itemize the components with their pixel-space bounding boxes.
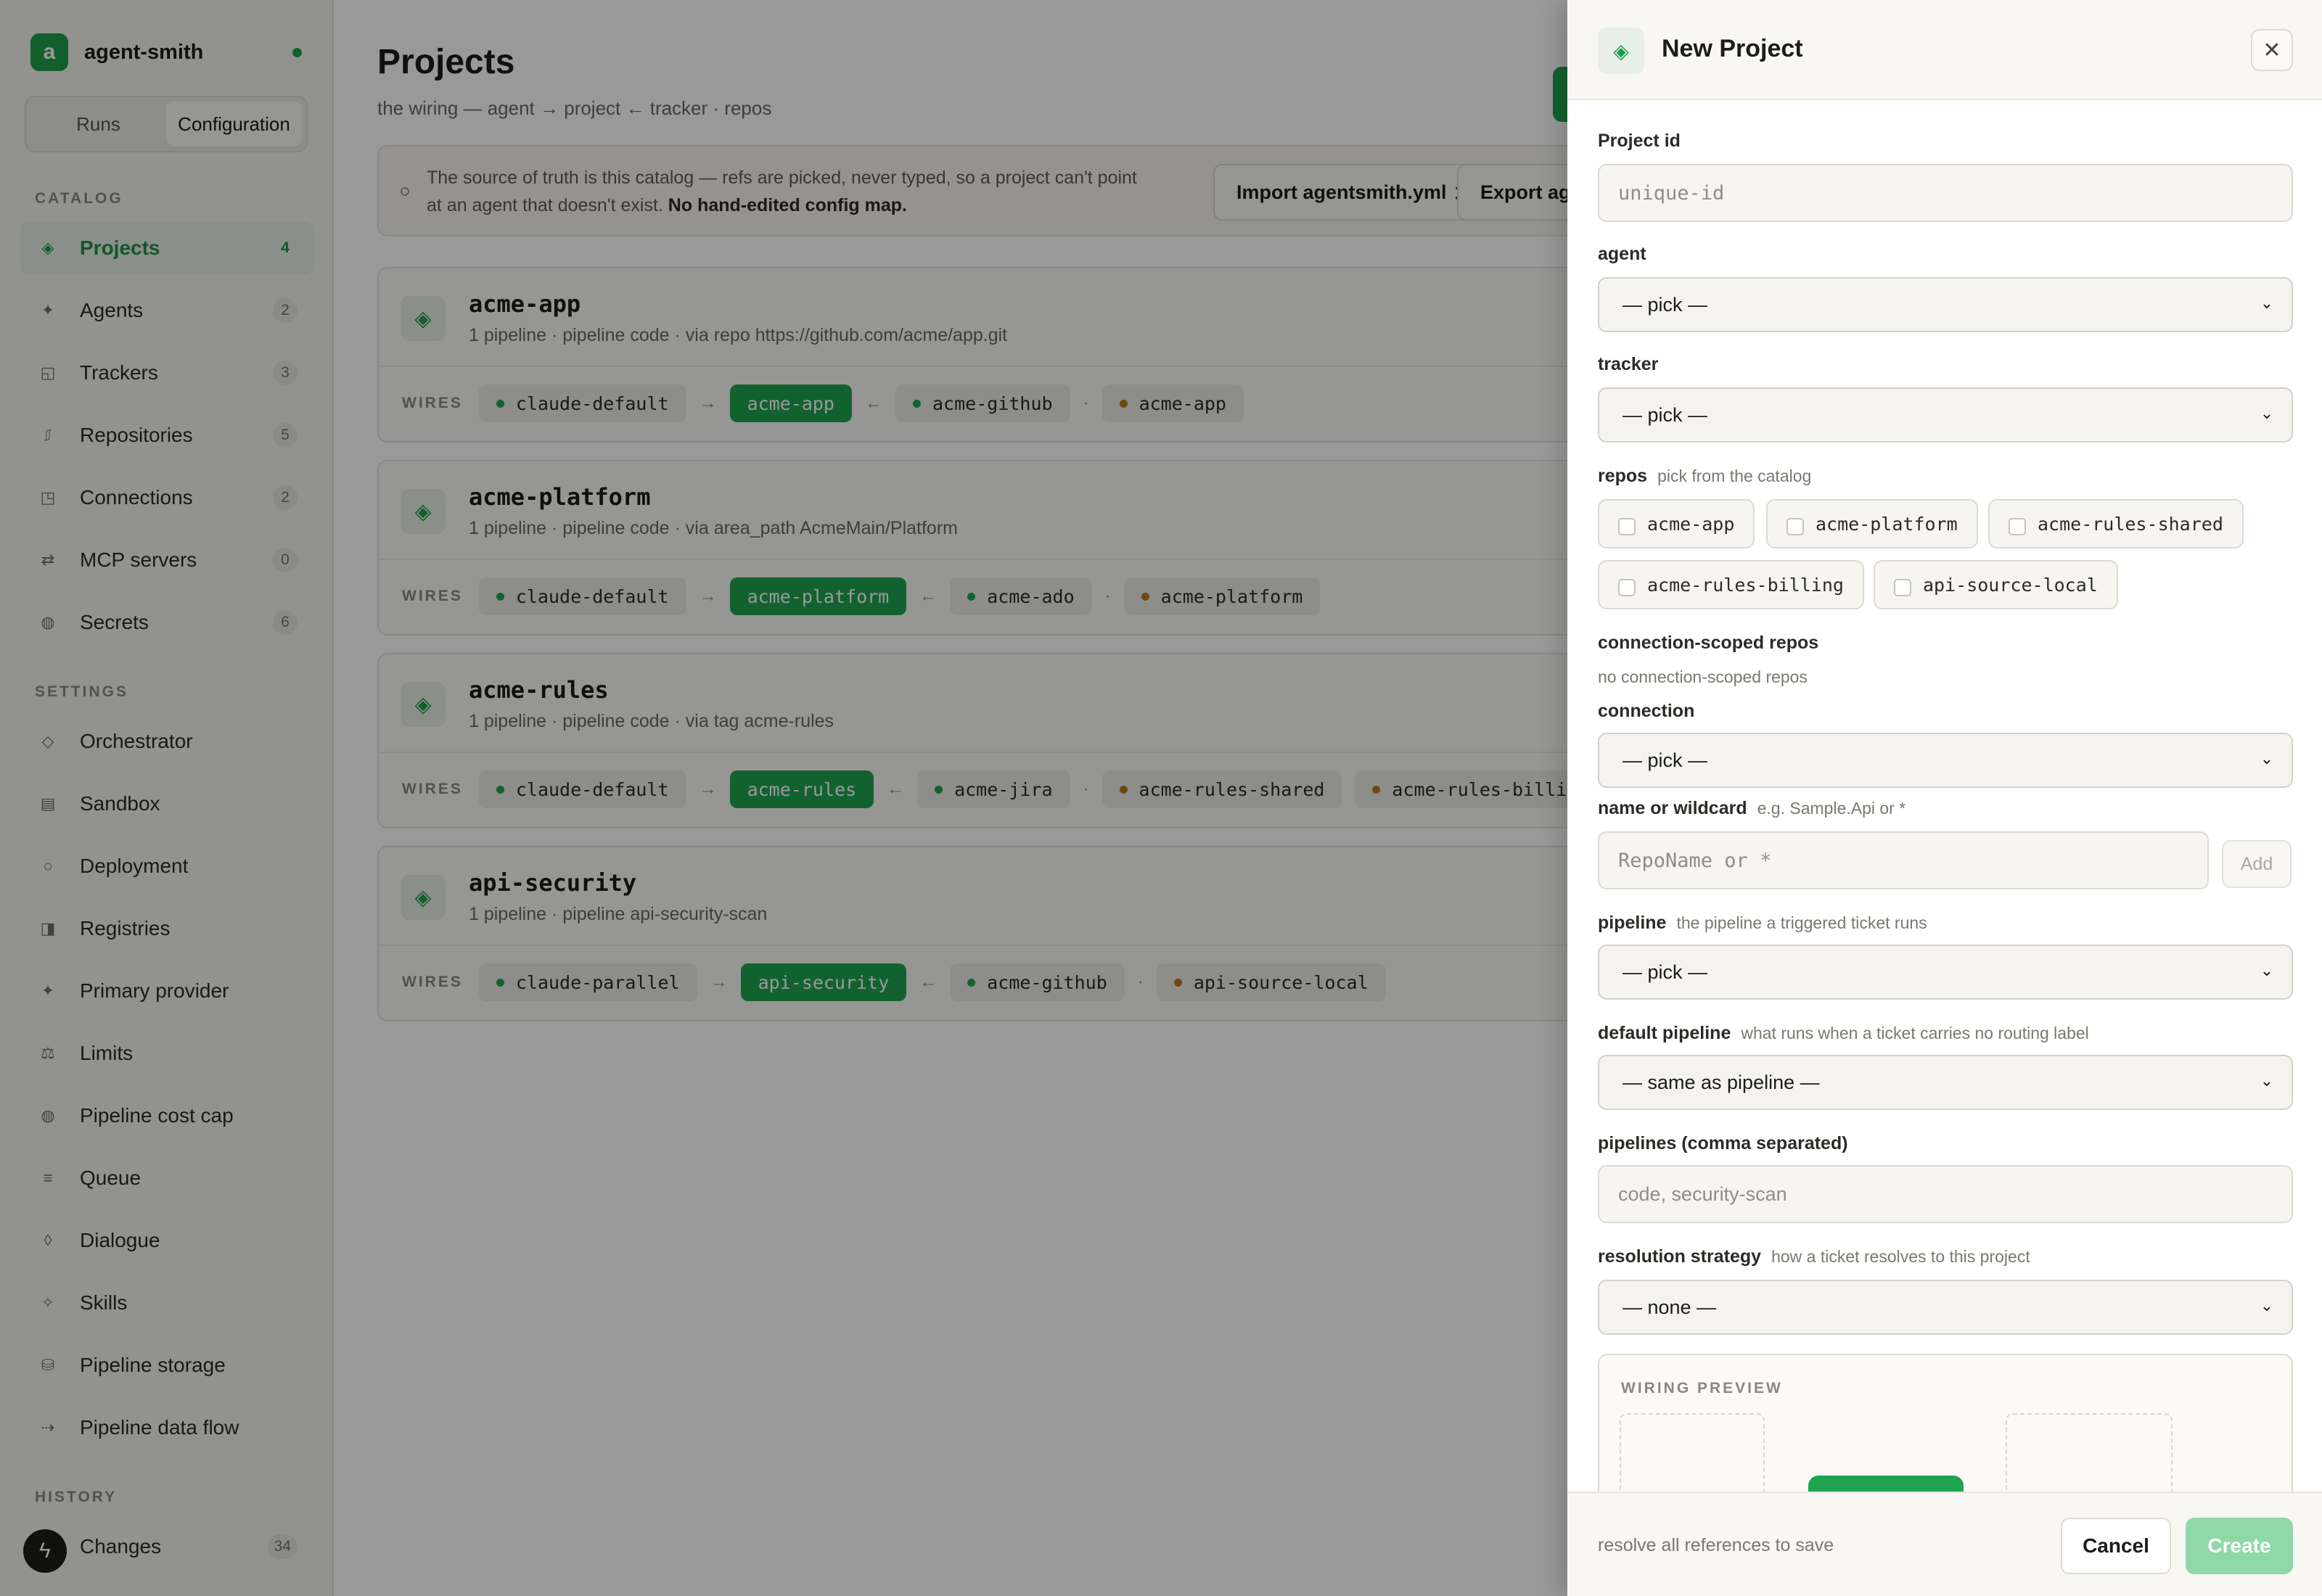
- chevron-down-icon: ⌄: [2260, 961, 2274, 979]
- checkbox[interactable]: [2009, 518, 2026, 535]
- chevron-down-icon: ⌄: [2260, 1296, 2274, 1315]
- project-id-label: Project id: [1598, 131, 1681, 151]
- pipelines-input[interactable]: code, security-scan: [1598, 1165, 2293, 1223]
- pipeline-hint: the pipeline a triggered ticket runs: [1676, 913, 1927, 932]
- pipeline-select[interactable]: — pick — ⌄: [1598, 945, 2293, 1000]
- agent-select[interactable]: — pick — ⌄: [1598, 277, 2293, 332]
- resolution-strategy-hint: how a ticket resolves to this project: [1771, 1247, 2030, 1266]
- checkbox[interactable]: [1894, 579, 1911, 596]
- checkbox[interactable]: [1786, 518, 1804, 535]
- connection-select[interactable]: — pick — ⌄: [1598, 733, 2293, 788]
- chevron-down-icon: ⌄: [2260, 294, 2274, 312]
- default-pipeline-select[interactable]: — same as pipeline — ⌄: [1598, 1055, 2293, 1110]
- repo-option[interactable]: acme-rules-shared: [1988, 499, 2244, 548]
- new-project-drawer: ◈ New Project ✕ Project id unique-id age…: [1567, 0, 2322, 1596]
- repo-option[interactable]: api-source-local: [1874, 560, 2118, 609]
- connection-scoped-label: connection-scoped repos: [1598, 633, 1819, 653]
- project-icon: ◈: [1598, 28, 1644, 74]
- resolution-strategy-label: resolution strategy how a ticket resolves…: [1598, 1246, 2030, 1267]
- agent-label: agent: [1598, 244, 1646, 264]
- chevron-down-icon: ⌄: [2260, 1071, 2274, 1090]
- repos-label: repos pick from the catalog: [1598, 466, 1812, 486]
- pipeline-label: pipeline the pipeline a triggered ticket …: [1598, 913, 1927, 933]
- wiring-preview-label: WIRING PREVIEW: [1621, 1380, 1783, 1396]
- default-pipeline-label: default pipeline what runs when a ticket …: [1598, 1023, 2089, 1043]
- repo-option[interactable]: acme-app: [1598, 499, 1755, 548]
- close-button[interactable]: ✕: [2251, 29, 2293, 71]
- default-pipeline-hint: what runs when a ticket carries no routi…: [1741, 1024, 2089, 1042]
- connection-scoped-empty: no connection-scoped repos: [1598, 667, 1808, 686]
- name-or-wildcard-hint: e.g. Sample.Api or *: [1757, 799, 1906, 818]
- pipelines-label: pipelines (comma separated): [1598, 1133, 1848, 1153]
- tracker-select[interactable]: — pick — ⌄: [1598, 387, 2293, 443]
- create-button[interactable]: Create: [2186, 1518, 2293, 1574]
- checkbox[interactable]: [1618, 518, 1636, 535]
- drawer-title: New Project: [1662, 35, 1803, 62]
- close-icon: ✕: [2262, 38, 2281, 62]
- connection-label: connection: [1598, 701, 1695, 721]
- repos-hint: pick from the catalog: [1657, 466, 1812, 485]
- tracker-label: tracker: [1598, 354, 1659, 374]
- drawer-footer: resolve all references to save Cancel Cr…: [1567, 1492, 2322, 1596]
- repo-option[interactable]: acme-rules-billing: [1598, 560, 1864, 609]
- modal-backdrop[interactable]: [0, 0, 1567, 1596]
- chevron-down-icon: ⌄: [2260, 404, 2274, 422]
- footer-hint: resolve all references to save: [1598, 1535, 1834, 1555]
- project-id-input[interactable]: unique-id: [1598, 164, 2293, 222]
- chevron-down-icon: ⌄: [2260, 749, 2274, 768]
- drawer-header: ◈ New Project ✕: [1567, 0, 2322, 100]
- repo-option[interactable]: acme-platform: [1766, 499, 1978, 548]
- repo-name-input[interactable]: RepoName or *: [1598, 831, 2209, 889]
- name-or-wildcard-label: name or wildcard e.g. Sample.Api or *: [1598, 798, 1906, 818]
- cancel-button[interactable]: Cancel: [2061, 1518, 2171, 1574]
- add-button[interactable]: Add: [2222, 840, 2292, 888]
- resolution-strategy-select[interactable]: — none — ⌄: [1598, 1280, 2293, 1335]
- checkbox[interactable]: [1618, 579, 1636, 596]
